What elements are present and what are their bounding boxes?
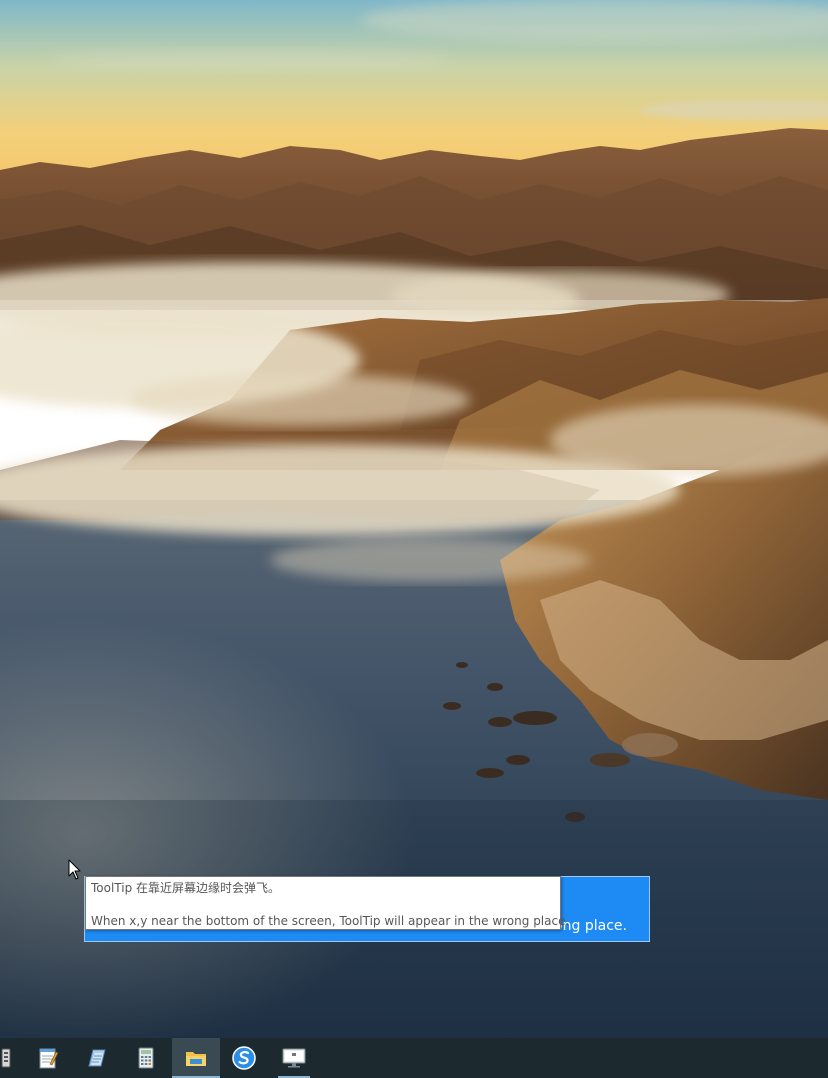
- calculator-icon: [138, 1047, 154, 1069]
- app-icon-partial: [1, 1048, 11, 1068]
- mouse-cursor-icon: [68, 859, 81, 880]
- tooltip-line-chinese: ToolTip 在靠近屏幕边缘时会弹飞。: [91, 881, 281, 895]
- taskbar-notepad[interactable]: [24, 1038, 72, 1078]
- taskbar-remote-desktop[interactable]: [270, 1038, 318, 1078]
- taskbar-wordpad[interactable]: [72, 1038, 120, 1078]
- tooltip-line-english: When x,y near the bottom of the screen, …: [91, 914, 570, 928]
- desktop[interactable]: ong place. ToolTip 在靠近屏幕边缘时会弹飞。 When x,y…: [0, 0, 828, 1078]
- wordpad-icon: [88, 1049, 106, 1067]
- sogou-browser-icon: [232, 1046, 256, 1070]
- remote-desktop-icon: [282, 1048, 306, 1068]
- taskbar-sogou-browser[interactable]: [220, 1038, 268, 1078]
- taskbar-file-explorer[interactable]: [172, 1038, 220, 1078]
- taskbar-app-partial[interactable]: [0, 1038, 24, 1078]
- tooltip: ToolTip 在靠近屏幕边缘时会弹飞。 When x,y near the b…: [85, 876, 570, 930]
- taskbar-calculator[interactable]: [122, 1038, 170, 1078]
- file-explorer-icon: [186, 1052, 206, 1066]
- notepad-icon: [39, 1048, 59, 1069]
- taskbar: [0, 1038, 828, 1078]
